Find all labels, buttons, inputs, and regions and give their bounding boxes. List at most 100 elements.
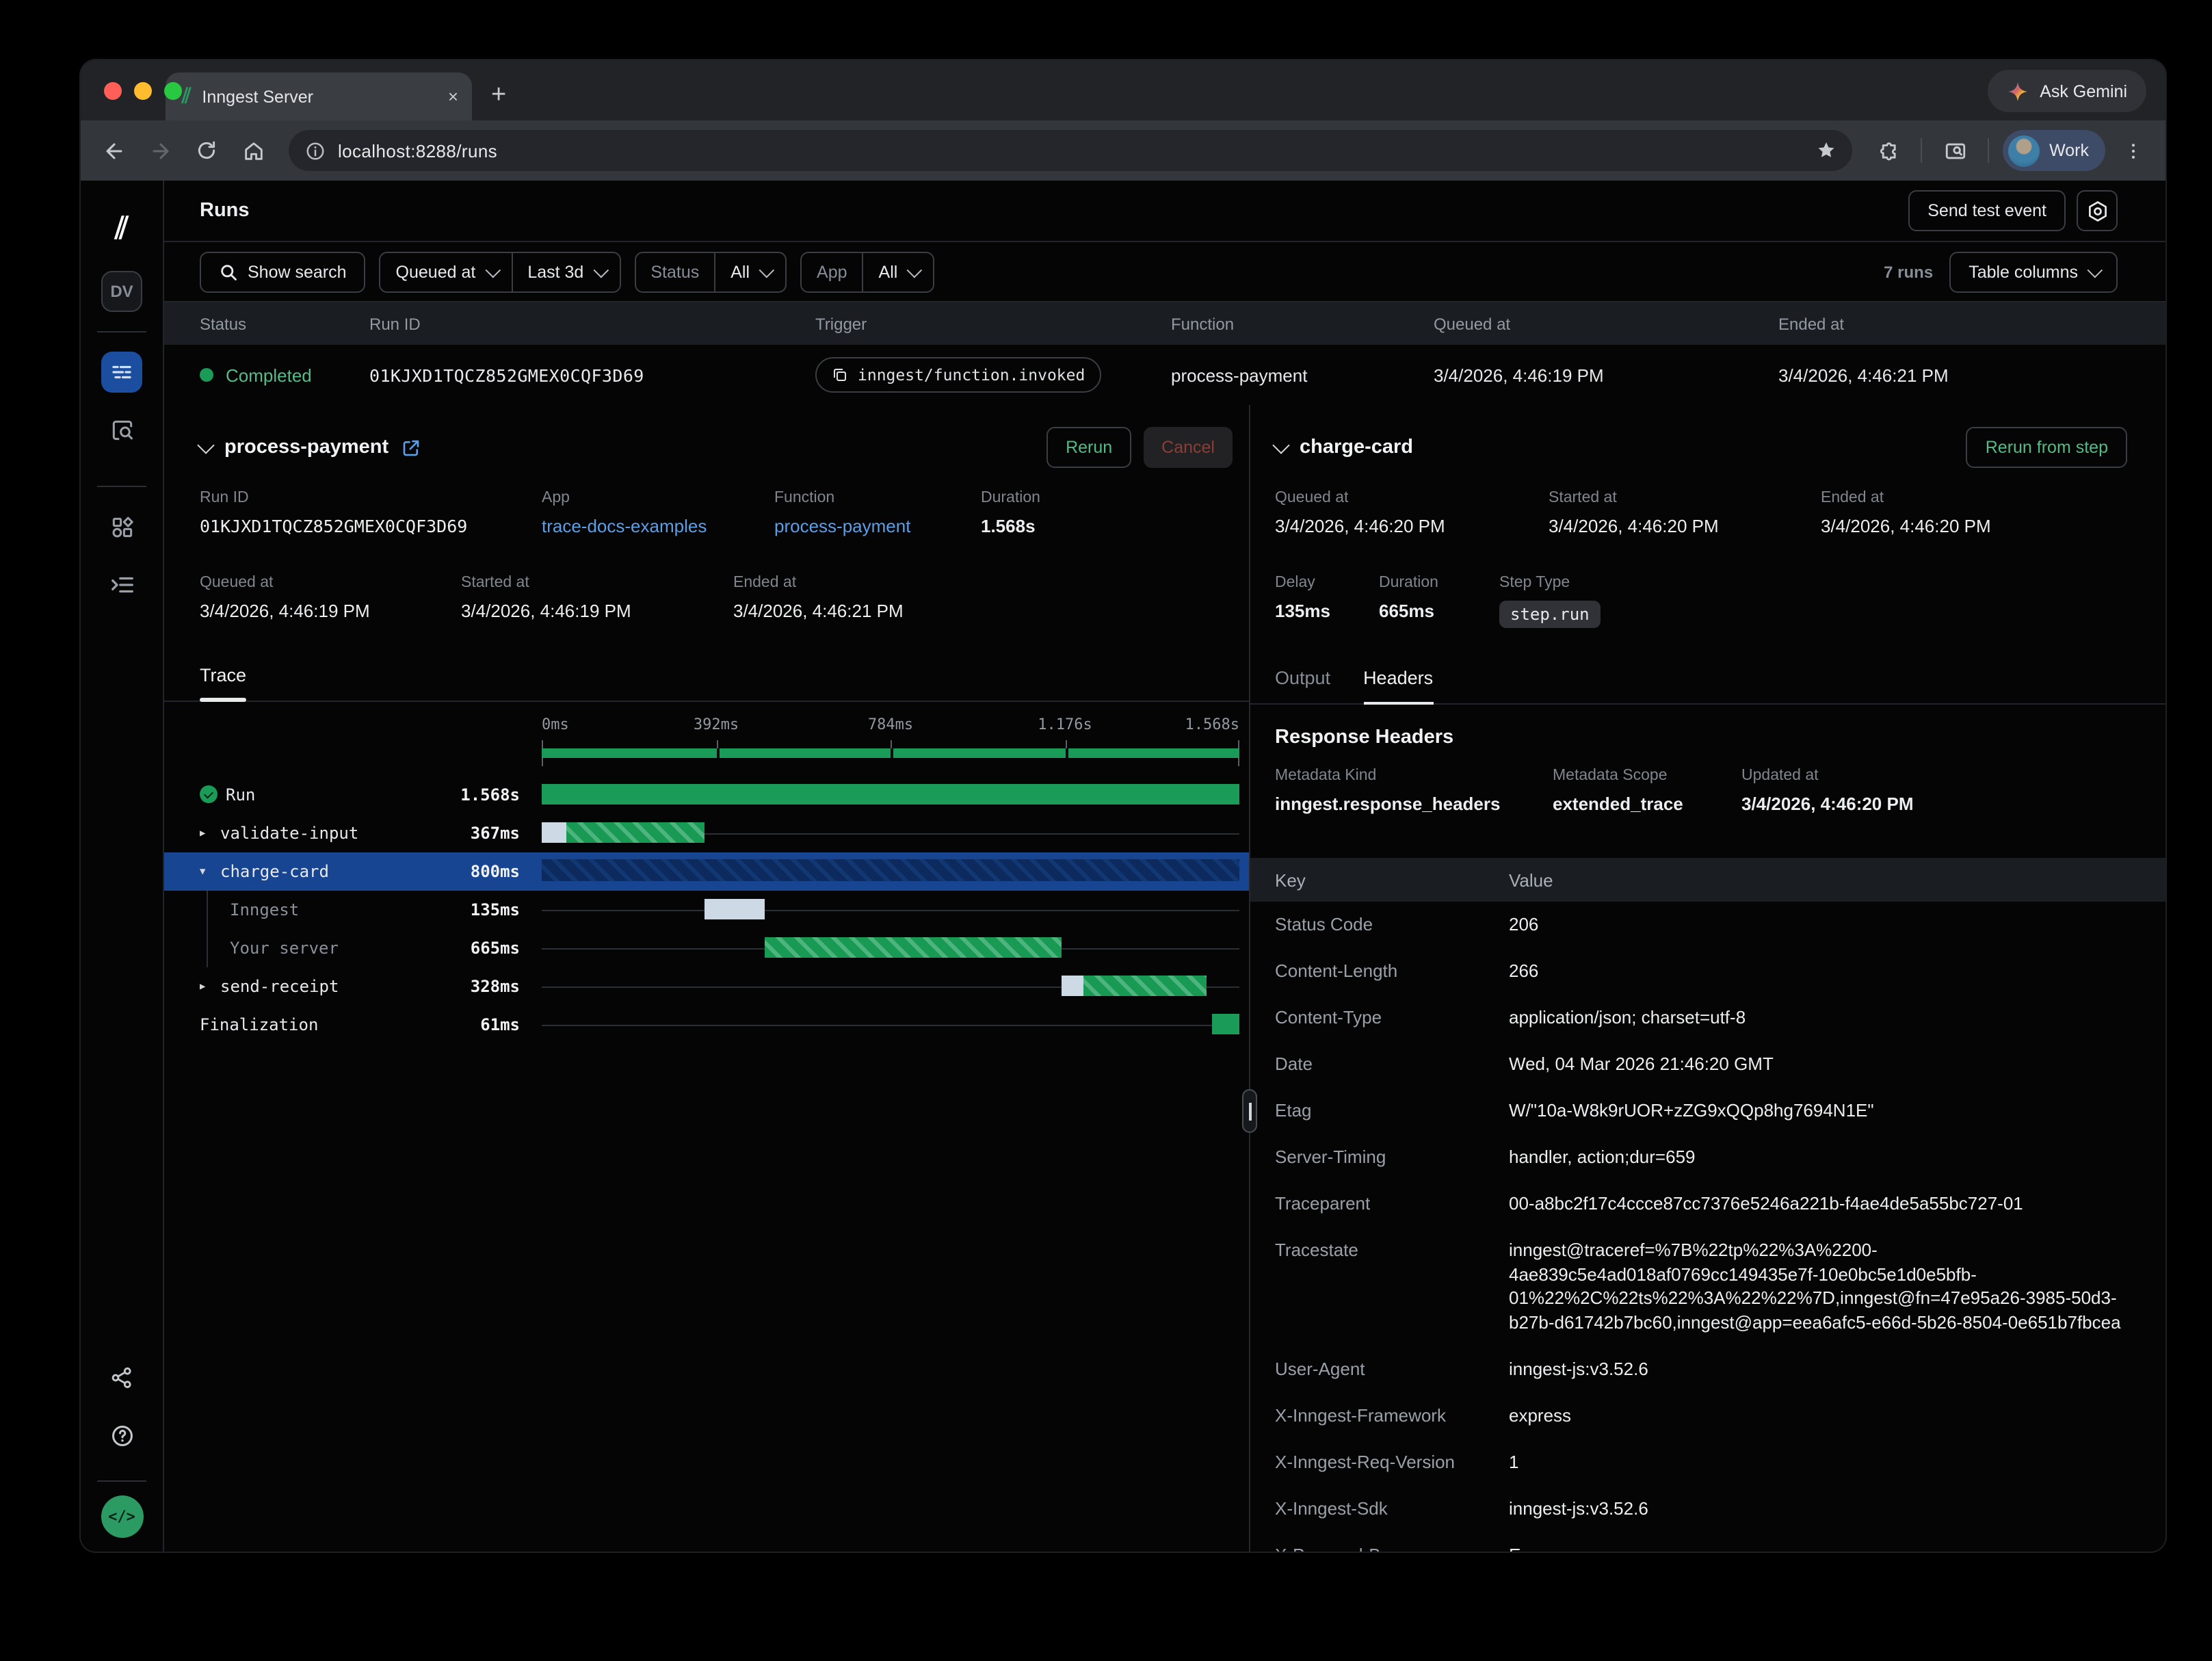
step-type-chip: step.run — [1499, 601, 1601, 628]
search-tabs-icon[interactable] — [1936, 131, 1974, 170]
browser-tab[interactable]: ⫽ Inngest Server × — [166, 73, 472, 120]
time-range-select[interactable]: Last 3d — [511, 252, 619, 291]
header-key: Traceparent — [1250, 1191, 1509, 1215]
trace-step-name: charge-card — [220, 861, 329, 880]
panel-resize-divider[interactable] — [1249, 405, 1250, 1552]
site-info-icon[interactable] — [305, 140, 326, 161]
header-value: inngest-js:v3.52.6 — [1509, 1497, 2135, 1521]
collapse-chevron-icon[interactable] — [1272, 436, 1289, 453]
column-header-status[interactable]: Status — [164, 314, 369, 333]
trace-overview-bar[interactable] — [542, 737, 1239, 767]
extensions-icon[interactable] — [1869, 131, 1907, 170]
profile-chip[interactable]: Work — [2003, 130, 2105, 171]
rerun-button[interactable]: Rerun — [1046, 427, 1131, 468]
status-filter[interactable]: Status All — [634, 251, 787, 292]
trace-row-your-server[interactable]: Your server665ms — [164, 928, 1249, 967]
trace-row-validate-input[interactable]: ▶validate-input367ms — [164, 813, 1249, 852]
external-link-icon[interactable] — [401, 437, 421, 458]
ask-gemini-button[interactable]: Ask Gemini — [1988, 70, 2146, 112]
dev-tools-button[interactable]: </> — [101, 1495, 143, 1538]
trace-track — [542, 813, 1239, 852]
browser-menu-kebab-icon[interactable] — [2114, 131, 2152, 170]
panel-resize-handle[interactable] — [1242, 1089, 1257, 1133]
settings-button[interactable] — [2077, 190, 2118, 231]
sidebar-item-events[interactable] — [101, 409, 142, 450]
apps-grid-icon — [109, 514, 135, 540]
ended-at-value: 3/4/2026, 4:46:21 PM — [733, 601, 904, 621]
home-button[interactable] — [234, 131, 272, 170]
share-icon — [109, 1365, 134, 1390]
header-key: Date — [1250, 1052, 1509, 1076]
trace-step-duration: 800ms — [471, 861, 520, 880]
app-content: ⫽ DV — [81, 181, 2165, 1552]
trace-row-inngest[interactable]: Inngest135ms — [164, 890, 1249, 928]
trace-row-charge-card[interactable]: ▼ charge-card 800ms — [164, 852, 1249, 890]
screen: ⫽ Inngest Server × + Ask Gemini — [0, 0, 2212, 1661]
reload-button[interactable] — [187, 131, 226, 170]
collapse-chevron-icon[interactable] — [197, 436, 214, 453]
column-header-ended-at[interactable]: Ended at — [1778, 314, 2165, 333]
chevron-down-icon — [593, 262, 609, 278]
main-area: Runs Send test event Show search Que — [164, 181, 2165, 1552]
header-value: 266 — [1509, 959, 2135, 984]
search-icon — [219, 262, 238, 281]
show-search-button[interactable]: Show search — [200, 251, 366, 292]
chevron-down-icon — [759, 262, 775, 278]
queued-at-field-select[interactable]: Queued at — [381, 252, 512, 291]
bookmark-star-icon[interactable] — [1807, 131, 1845, 170]
caret-right-icon[interactable]: ▶ — [200, 980, 212, 991]
sidebar-item-help[interactable] — [101, 1415, 142, 1456]
trace-row-finalization[interactable]: Finalization61ms — [164, 1005, 1249, 1043]
forward-button[interactable] — [141, 131, 179, 170]
trace-step-duration: 367ms — [471, 823, 520, 842]
app-filter[interactable]: App All — [800, 251, 934, 292]
app-filter-select[interactable]: All — [863, 252, 934, 291]
app-header: Runs Send test event — [164, 181, 2165, 242]
url-text[interactable]: localhost:8288/runs — [338, 140, 1795, 161]
queued-at-filter[interactable]: Queued at Last 3d — [380, 251, 621, 292]
column-header-function[interactable]: Function — [1171, 314, 1434, 333]
runs-list-icon — [109, 360, 134, 384]
sidebar-item-dev-server[interactable] — [101, 564, 142, 605]
address-bar[interactable]: localhost:8288/runs — [289, 130, 1852, 171]
window-controls[interactable] — [104, 82, 182, 100]
tab-trace[interactable]: Trace — [200, 665, 246, 701]
caret-right-icon[interactable]: ▶ — [200, 827, 212, 838]
back-button[interactable] — [94, 131, 133, 170]
tab-close-icon[interactable]: × — [448, 86, 458, 107]
caret-down-icon[interactable]: ▼ — [200, 865, 212, 876]
tab-headers[interactable]: Headers — [1363, 668, 1433, 705]
maximize-window-button[interactable] — [164, 82, 182, 100]
rerun-from-step-button[interactable]: Rerun from step — [1966, 427, 2127, 468]
send-test-event-button[interactable]: Send test event — [1908, 190, 2066, 231]
header-key: Etag — [1250, 1099, 1509, 1123]
event-copy-icon — [832, 367, 848, 383]
sidebar-divider — [97, 331, 146, 332]
column-header-queued-at[interactable]: Queued at — [1434, 314, 1778, 333]
new-tab-button[interactable]: + — [491, 81, 506, 111]
sidebar-item-apps[interactable] — [101, 506, 142, 547]
trace-row-send-receipt[interactable]: ▶send-receipt328ms — [164, 967, 1249, 1005]
delay-label: Delay — [1275, 575, 1330, 591]
table-columns-button[interactable]: Table columns — [1949, 251, 2118, 292]
column-header-trigger[interactable]: Trigger — [815, 314, 1171, 333]
function-link[interactable]: process-payment — [774, 516, 910, 536]
trace-bar-delay — [542, 822, 566, 843]
env-badge[interactable]: DV — [101, 271, 142, 312]
status-filter-select[interactable]: All — [714, 252, 785, 291]
run-table-row[interactable]: Completed 01KJXD1TQCZ852GMEX0CQF3D69 inn… — [164, 345, 2165, 405]
step-duration-label: Duration — [1379, 575, 1438, 591]
minimize-window-button[interactable] — [134, 82, 152, 100]
event-search-icon — [109, 417, 135, 443]
tab-output[interactable]: Output — [1275, 668, 1330, 705]
trace-row-run[interactable]: Run1.568s — [164, 775, 1249, 813]
close-window-button[interactable] — [104, 82, 122, 100]
column-header-run-id[interactable]: Run ID — [369, 314, 815, 333]
sidebar-item-share[interactable] — [101, 1357, 142, 1398]
value-column-header: Value — [1509, 869, 1553, 890]
header-key: Status Code — [1250, 913, 1509, 937]
metadata-scope-value: extended_trace — [1553, 794, 1683, 814]
trigger-pill[interactable]: inngest/function.invoked — [815, 357, 1101, 393]
app-link[interactable]: trace-docs-examples — [542, 516, 707, 536]
sidebar-item-runs[interactable] — [101, 352, 142, 393]
